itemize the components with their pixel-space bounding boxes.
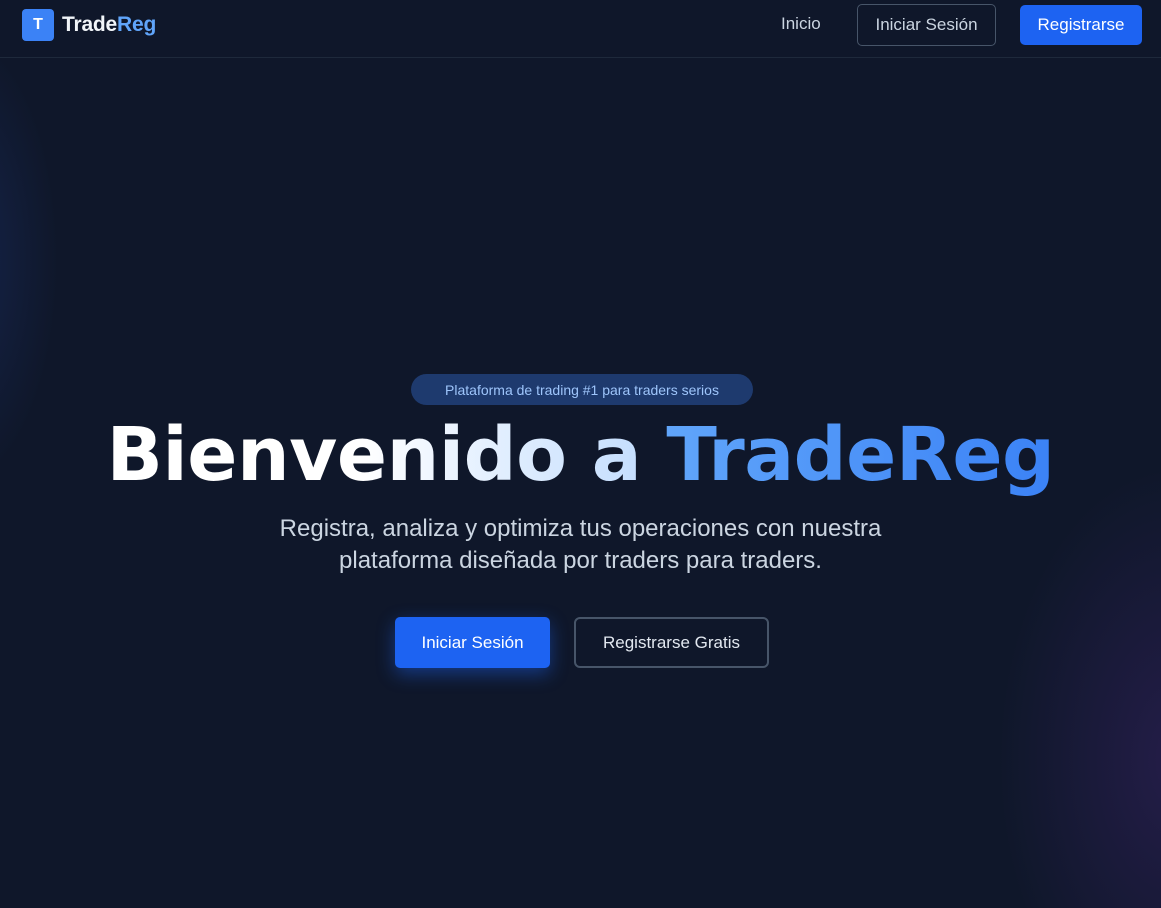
brand-name-part1: Trade bbox=[62, 13, 118, 36]
brand-name-part2: Reg bbox=[117, 13, 157, 36]
hero-register-button[interactable]: Registrarse Gratis bbox=[574, 617, 769, 668]
logo-icon: T bbox=[22, 9, 54, 41]
brand-name: TradeReg bbox=[62, 13, 156, 37]
hero-title-welcome: Bienvenido a bbox=[106, 412, 667, 498]
nav-home-link[interactable]: Inicio bbox=[781, 14, 821, 36]
hero-title-brand: TradeReg bbox=[666, 412, 1055, 498]
logo-link[interactable]: T TradeReg bbox=[22, 9, 156, 41]
landing-page: T TradeReg Inicio Iniciar Sesión Registr… bbox=[0, 0, 1161, 908]
hero-login-button[interactable]: Iniciar Sesión bbox=[395, 617, 550, 668]
hero-subtitle: Registra, analiza y optimiza tus operaci… bbox=[279, 515, 882, 574]
nav-login-button[interactable]: Iniciar Sesión bbox=[857, 4, 996, 46]
nav-register-button[interactable]: Registrarse bbox=[1020, 5, 1142, 45]
hero-badge: Plataforma de trading #1 para traders se… bbox=[411, 374, 753, 405]
hero-title: Bienvenido a TradeReg bbox=[0, 412, 1161, 498]
navbar: T TradeReg Inicio Iniciar Sesión Registr… bbox=[0, 0, 1161, 58]
